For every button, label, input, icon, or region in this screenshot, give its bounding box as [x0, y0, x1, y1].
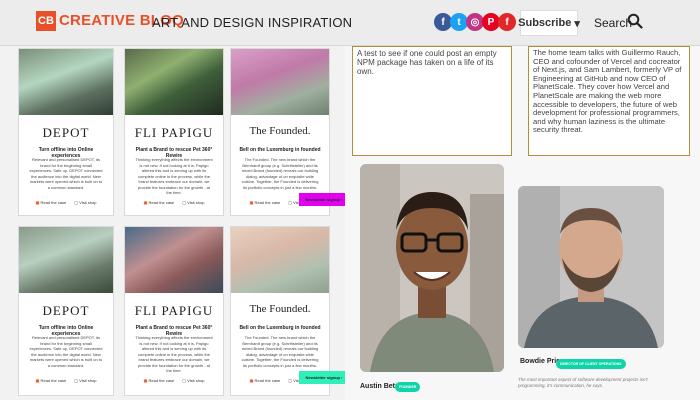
newsletter-signup-button[interactable]: Newsletter signup ›	[299, 193, 349, 206]
visit-shop-link[interactable]: ▢ Visit shop	[74, 200, 96, 205]
read-case-link[interactable]: ▣ Read the case	[36, 200, 67, 205]
avatar	[518, 186, 664, 348]
person-photo-austin	[360, 164, 504, 372]
case-card-brand: The Founded.	[249, 125, 311, 137]
read-case-link[interactable]: ▣ Read the case	[250, 200, 281, 205]
chevron-down-icon: ▾	[574, 17, 580, 30]
case-card-image	[19, 227, 113, 293]
read-case-link[interactable]: ▣ Read the case	[250, 378, 281, 383]
read-case-link[interactable]: ▣ Read the case	[144, 378, 175, 383]
flipboard-icon[interactable]: f	[498, 13, 516, 31]
case-card-brand: DEPOT	[42, 125, 90, 140]
visit-shop-link[interactable]: ▢ Visit shop	[182, 200, 204, 205]
case-card-desc: The Founded. The new brand which the Ber…	[241, 335, 319, 368]
visit-shop-link[interactable]: ▢ Visit shop	[74, 378, 96, 383]
excerpt-textbox[interactable]: The home team talks with Guillermo Rauch…	[528, 46, 690, 156]
case-card-desc: The Founded. The new brand which the Ber…	[241, 157, 319, 190]
person-photo-bowdie	[518, 186, 664, 348]
role-badge: DIRECTOR OF CLIENT OPERATIONS	[556, 359, 626, 369]
case-card[interactable]: DEPOT Turn offline into Online experienc…	[18, 48, 114, 216]
case-card[interactable]: DEPOT Turn offline into Online experienc…	[18, 226, 114, 396]
case-card[interactable]: FLI PAPIGU Plant a Brand to rescue Pet 3…	[124, 226, 224, 396]
case-card-brand: DEPOT	[42, 303, 90, 318]
role-badge: FOUNDER	[395, 382, 421, 392]
read-case-link[interactable]: ▣ Read the case	[144, 200, 175, 205]
excerpt-textbox[interactable]: A test to see if one could post an empty…	[352, 46, 512, 156]
case-card-desc: Relevant and personalised DEPOT, its bra…	[29, 157, 103, 190]
case-card-brand: The Founded.	[249, 303, 311, 315]
case-card-title: Bell on the Luxemburg in founded	[239, 325, 321, 331]
case-card-brand: FLI PAPIGU	[134, 303, 214, 318]
case-card-image	[231, 227, 329, 293]
case-card-desc: Relevant and personalised DEPOT, its bra…	[29, 335, 103, 368]
case-card-image	[231, 49, 329, 115]
visit-shop-link[interactable]: ▢ Visit shop	[182, 378, 204, 383]
case-card-image	[125, 227, 223, 293]
site-tagline: ART AND DESIGN INSPIRATION	[152, 15, 353, 30]
avatar	[360, 164, 504, 372]
case-card[interactable]: FLI PAPIGU Plant a Brand to rescue Pet 3…	[124, 48, 224, 216]
case-card-image	[125, 49, 223, 115]
subscribe-label: Subscribe	[518, 17, 572, 29]
person-bio: The most important aspect of software de…	[518, 377, 648, 388]
search-icon[interactable]	[627, 13, 643, 29]
newsletter-signup-button[interactable]: Newsletter signup ›	[299, 371, 349, 384]
case-card-brand: FLI PAPIGU	[134, 125, 214, 140]
case-card-title: Bell on the Luxemburg in founded	[239, 147, 321, 153]
subscribe-button[interactable]: Subscribe ▾	[518, 10, 580, 36]
case-card[interactable]: The Founded. Bell on the Luxemburg in fo…	[230, 48, 330, 216]
logo-mark[interactable]: CB	[36, 11, 56, 31]
case-card-desc: Thinking everything affects the environm…	[135, 157, 213, 195]
read-case-link[interactable]: ▣ Read the case	[36, 378, 67, 383]
case-card-image	[19, 49, 113, 115]
case-card-desc: Thinking everything affects the environm…	[135, 335, 213, 373]
site-header: CB CREATIVE BLOQ ART AND DESIGN INSPIRAT…	[0, 0, 700, 46]
